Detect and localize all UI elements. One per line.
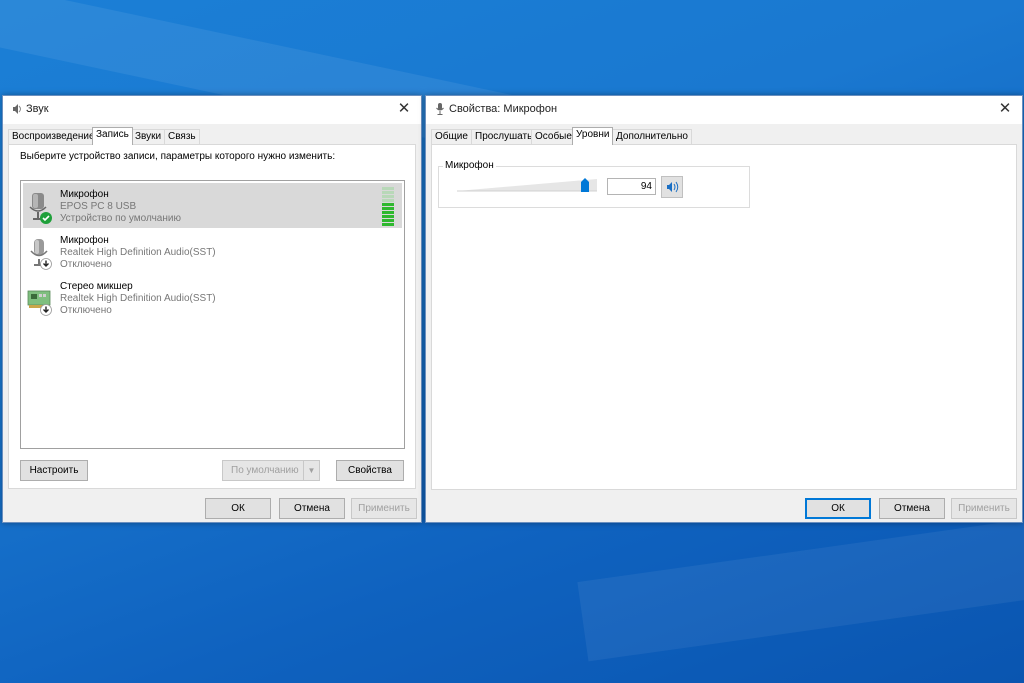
tab-recording[interactable]: Запись	[92, 127, 133, 145]
tab-listen[interactable]: Прослушать	[471, 129, 537, 144]
set-default-label: По умолчанию	[231, 465, 299, 476]
meter-segment	[382, 203, 394, 206]
device-status: Отключено	[60, 259, 112, 270]
device-status: Устройство по умолчанию	[60, 213, 181, 224]
recording-device-list[interactable]: Микрофон EPOS PC 8 USB Устройство по умо…	[20, 180, 405, 449]
sound-titlebar[interactable]: Звук ✕	[3, 96, 421, 124]
instruction-text: Выберите устройство записи, параметры ко…	[20, 151, 336, 162]
level-slider[interactable]	[457, 177, 597, 193]
slider-thumb[interactable]	[581, 178, 590, 192]
tab-levels[interactable]: Уровни	[572, 127, 614, 145]
arrow-down-icon	[40, 304, 52, 316]
microphone-level-group: Микрофон 94	[438, 160, 750, 208]
tab-communications[interactable]: Связь	[164, 129, 200, 144]
slider-track	[457, 179, 597, 192]
meter-segment	[382, 219, 394, 222]
sound-title: Звук	[26, 103, 49, 115]
tab-advanced[interactable]: Дополнительно	[612, 129, 692, 144]
device-name: Стерео микшер	[60, 281, 133, 292]
device-name: Микрофон	[60, 189, 109, 200]
chevron-down-icon[interactable]: ▼	[303, 461, 319, 480]
sound-close-button[interactable]: ✕	[395, 100, 413, 118]
configure-button[interactable]: Настроить	[20, 460, 88, 481]
meter-segment	[382, 211, 394, 214]
speaker-app-icon	[13, 104, 21, 114]
level-group-label: Микрофон	[443, 160, 496, 171]
device-model: EPOS PC 8 USB	[60, 201, 137, 212]
list-item[interactable]: Микрофон EPOS PC 8 USB Устройство по умо…	[23, 183, 402, 228]
properties-button[interactable]: Свойства	[336, 460, 404, 481]
check-icon	[40, 212, 52, 224]
mic-properties-title: Свойства: Микрофон	[449, 103, 558, 115]
mute-toggle-button[interactable]	[661, 176, 683, 198]
meter-segment	[382, 215, 394, 218]
meter-segment	[382, 187, 394, 190]
arrow-down-icon	[40, 258, 52, 270]
apply-button[interactable]: Применить	[351, 498, 417, 519]
cancel-button[interactable]: Отмена	[279, 498, 345, 519]
mic-properties-dialog: Свойства: Микрофон ✕ Общие Прослушать Ос…	[425, 95, 1023, 523]
device-model: Realtek High Definition Audio(SST)	[60, 247, 216, 258]
ok-button[interactable]: ОК	[205, 498, 271, 519]
set-default-button[interactable]: По умолчанию ▼	[222, 460, 320, 481]
mic-properties-titlebar[interactable]: Свойства: Микрофон ✕	[426, 96, 1022, 124]
level-value-field[interactable]: 94	[607, 178, 656, 195]
apply-button[interactable]: Применить	[951, 498, 1017, 519]
device-model: Realtek High Definition Audio(SST)	[60, 293, 216, 304]
ok-button[interactable]: ОК	[805, 498, 871, 519]
device-status: Отключено	[60, 305, 112, 316]
cancel-button[interactable]: Отмена	[879, 498, 945, 519]
tab-sounds[interactable]: Звуки	[131, 129, 166, 144]
meter-segment	[382, 223, 394, 226]
mic-properties-close-button[interactable]: ✕	[996, 100, 1014, 118]
list-item[interactable]: Микрофон Realtek High Definition Audio(S…	[23, 229, 402, 274]
device-name: Микрофон	[60, 235, 109, 246]
sound-dialog: Звук ✕ Воспроизведение Запись Звуки Связ…	[2, 95, 422, 523]
level-meter	[382, 187, 394, 226]
list-item[interactable]: Стерео микшер Realtek High Definition Au…	[23, 275, 402, 320]
tab-playback[interactable]: Воспроизведение	[8, 129, 99, 144]
meter-segment	[382, 199, 394, 202]
meter-segment	[382, 191, 394, 194]
meter-segment	[382, 207, 394, 210]
tab-general[interactable]: Общие	[431, 129, 472, 144]
speaker-icon	[667, 181, 679, 193]
microphone-app-icon	[436, 103, 444, 115]
levels-tabpage: Микрофон 94	[431, 144, 1017, 490]
meter-segment	[382, 195, 394, 198]
recording-tabpage: Выберите устройство записи, параметры ко…	[8, 144, 416, 489]
tab-custom[interactable]: Особые	[531, 129, 576, 144]
